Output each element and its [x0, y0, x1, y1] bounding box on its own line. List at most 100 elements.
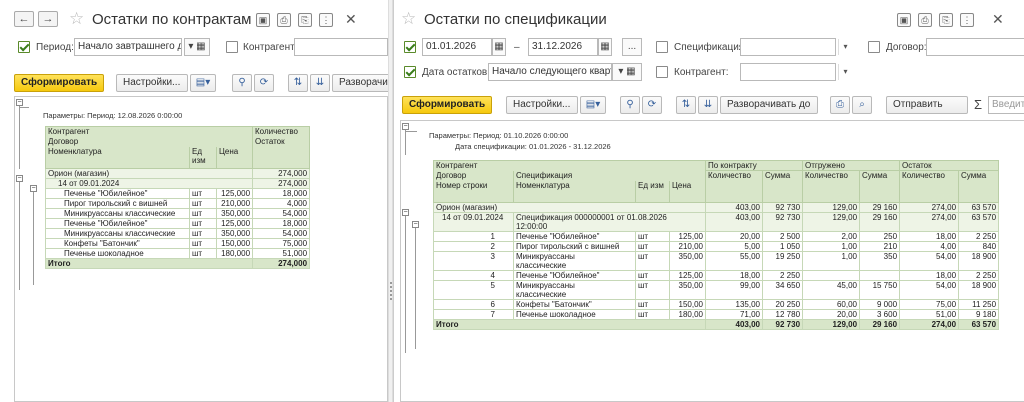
subgroup-contract-sum: 92 730 [761, 212, 804, 232]
subgroup-shipped-sum: 29 160 [859, 212, 901, 232]
search-input[interactable]: Введите [988, 96, 1024, 114]
row-b-qty: 4,00 [899, 241, 960, 252]
header-price: Цена [669, 180, 706, 203]
refresh-icon[interactable]: ⟳ [254, 74, 274, 92]
balance-date-picker[interactable]: ▾ ▦ [612, 63, 642, 81]
expand-dropdown[interactable]: Разворачивать до [720, 96, 818, 114]
contract-checkbox[interactable] [868, 41, 880, 53]
link-icon[interactable]: ⎘ [298, 13, 312, 27]
generate-button[interactable]: Сформировать [14, 74, 104, 92]
row-price: 180,00 [669, 309, 706, 320]
balance-date-input[interactable]: Начало следующего кварта [488, 63, 612, 81]
search-icon[interactable]: ⚲ [232, 74, 252, 92]
date-to-calendar-icon[interactable]: ▦ [598, 38, 612, 56]
close-icon[interactable]: ✕ [345, 12, 357, 26]
counterparty-checkbox[interactable] [656, 66, 668, 78]
row-item-line2: классические [516, 290, 567, 299]
print-icon[interactable]: ⎙ [277, 13, 291, 27]
row-line-number: 2 [433, 241, 514, 252]
header-balance: Остаток [899, 160, 1000, 171]
forward-button[interactable]: → [38, 11, 58, 27]
row-c-sum: 20 250 [761, 299, 804, 310]
header-counterparty: Контрагент [433, 160, 706, 171]
collapse-toggle[interactable]: − [402, 123, 409, 130]
close-icon[interactable]: ✕ [992, 12, 1004, 26]
row-s-sum: 9 000 [859, 299, 901, 310]
table-row: 2 Пирог тирольский с вишней шт 210,00 5,00 1 … [433, 241, 1000, 252]
variants-button[interactable]: ▤▾ [190, 74, 216, 92]
balance-date-checkbox[interactable] [404, 66, 416, 78]
print-icon[interactable]: ⎙ [918, 13, 932, 27]
subgroup-toggle[interactable]: − [412, 221, 419, 228]
period-input[interactable]: Начало завтрашнего дн [74, 38, 182, 56]
period-choose-button[interactable]: ... [622, 38, 642, 56]
subgroup-spec-line2: 12:00:00 [516, 222, 548, 231]
refresh-icon[interactable]: ⟳ [642, 96, 662, 114]
group-toggle[interactable]: − [402, 209, 409, 216]
date-from-input[interactable]: 01.01.2026 [422, 38, 492, 56]
row-item-line1: Печенье шоколадное [516, 310, 596, 319]
row-b-sum: 2 250 [958, 270, 1000, 281]
settings-button[interactable]: Настройки... [116, 74, 188, 92]
subgroup-toggle[interactable]: − [30, 185, 37, 192]
row-c-qty: 71,00 [705, 309, 763, 320]
row-c-qty: 99,00 [705, 280, 763, 300]
total-balance-sum: 63 570 [958, 319, 1000, 330]
period-checkbox[interactable] [18, 41, 30, 53]
expand-dropdown[interactable]: Разворачив [332, 74, 388, 92]
preview-icon[interactable]: ⌕ [852, 96, 872, 114]
row-item: Печенье "Юбилейное" [45, 188, 190, 199]
spec-checkbox[interactable] [656, 41, 668, 53]
counterparty-checkbox[interactable] [226, 41, 238, 53]
print-icon[interactable]: ⎙ [830, 96, 850, 114]
contract-input[interactable] [926, 38, 1024, 56]
period-calendar-button[interactable]: ▾ ▦ [184, 38, 210, 56]
row-price: 350,000 [215, 228, 254, 239]
header-contract-qty: Количество [705, 170, 763, 203]
group-icon[interactable]: ⇊ [698, 96, 718, 114]
spec-label: Спецификация: [674, 42, 747, 53]
search-icon[interactable]: ⚲ [620, 96, 640, 114]
back-button[interactable]: ← [14, 11, 34, 27]
save-icon[interactable]: ▣ [256, 13, 270, 27]
settings-button[interactable]: Настройки... [506, 96, 578, 114]
counterparty-dropdown-icon[interactable]: ▾ [838, 64, 852, 80]
row-item-line1: Конфеты "Батончик" [516, 300, 592, 309]
variants-button[interactable]: ▤▾ [580, 96, 606, 114]
group-toggle[interactable]: − [16, 175, 23, 182]
header-shipped-qty: Количество [802, 170, 861, 203]
save-icon[interactable]: ▣ [897, 13, 911, 27]
left-report-table: Контрагент Количество Договор Остаток Но… [44, 126, 311, 269]
favorite-star-icon[interactable]: ☆ [69, 10, 84, 27]
date-from-calendar-icon[interactable]: ▦ [492, 38, 506, 56]
header-contract: Договор [44, 136, 254, 147]
counterparty-input[interactable] [294, 38, 388, 56]
counterparty-input[interactable] [740, 63, 836, 81]
row-s-qty: 45,00 [802, 280, 861, 300]
sum-icon[interactable]: Σ [974, 97, 982, 112]
link-icon[interactable]: ⎘ [939, 13, 953, 27]
row-item-line1: Пирог тирольский с вишней [516, 242, 620, 251]
row-c-sum: 2 250 [761, 270, 804, 281]
collapse-toggle[interactable]: − [16, 99, 23, 106]
row-qty: 18,000 [252, 218, 311, 229]
header-qty: Количество [252, 126, 311, 137]
generate-button[interactable]: Сформировать [402, 96, 492, 114]
send-button[interactable]: Отправить [886, 96, 968, 114]
spec-input[interactable] [740, 38, 836, 56]
sort-icon[interactable]: ⇅ [288, 74, 308, 92]
group-row: Орион (магазин) 403,00 92 730 129,00 29 … [433, 202, 1000, 213]
row-item-line1: Печенье "Юбилейное" [516, 271, 600, 280]
group-icon[interactable]: ⇊ [310, 74, 330, 92]
more-icon[interactable]: ⋮ [319, 13, 333, 27]
sort-icon[interactable]: ⇅ [676, 96, 696, 114]
row-unit: шт [635, 241, 670, 252]
favorite-star-icon[interactable]: ☆ [401, 10, 416, 27]
row-item-line1: Миникруассаны [516, 281, 575, 291]
date-to-input[interactable]: 31.12.2026 [528, 38, 598, 56]
period-checkbox[interactable] [404, 41, 416, 53]
more-icon[interactable]: ⋮ [960, 13, 974, 27]
spec-dropdown-icon[interactable]: ▾ [838, 39, 852, 55]
table-row: 5 Миникруассаны классические шт 350,00 99,00 3… [433, 280, 1000, 300]
group-name: Орион (магазин) [433, 202, 706, 213]
